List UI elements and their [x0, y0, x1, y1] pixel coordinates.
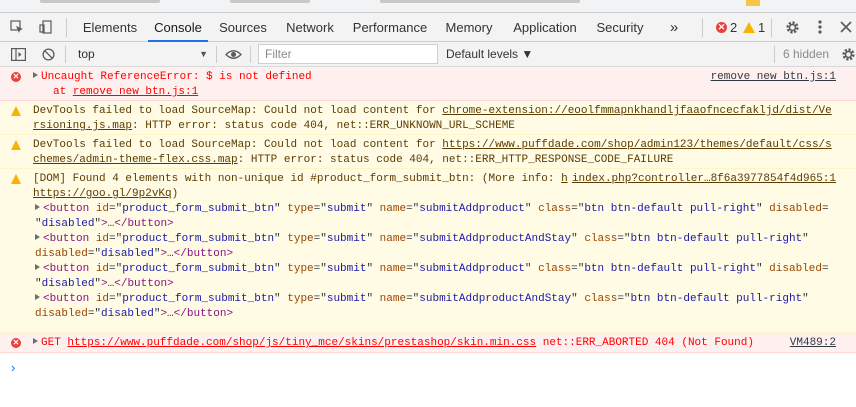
expand-triangle-icon[interactable] [33, 72, 38, 78]
tab-sources[interactable]: Sources [214, 13, 272, 42]
goo-gl-link[interactable]: https://goo.gl/9p2vKq [33, 188, 172, 200]
console-messages: ✕ Uncaught ReferenceError: $ is not defi… [0, 67, 856, 407]
filter-input[interactable] [258, 44, 438, 64]
context-selector[interactable]: top ▼ [70, 42, 212, 67]
tab-security[interactable]: Security [592, 13, 648, 42]
expand-triangle-icon[interactable] [35, 234, 40, 240]
tab-console[interactable]: Console [148, 13, 208, 42]
console-prompt[interactable]: › [11, 360, 15, 375]
console-message-warning: DevTools failed to load SourceMap: Could… [0, 101, 856, 135]
inspect-element-icon[interactable] [9, 19, 25, 35]
console-message-network-error: ✕ GET https://www.puffdade.com/shop/js/t… [0, 333, 856, 353]
close-devtools-icon[interactable] [838, 19, 854, 35]
error-icon: ✕ [716, 22, 727, 33]
clear-console-icon[interactable] [40, 47, 56, 62]
bookmark-icon [746, 0, 760, 6]
error-counter[interactable]: ✕ 2 [716, 13, 737, 42]
warning-icon [743, 22, 755, 33]
warning-icon [11, 140, 21, 150]
tab-network[interactable]: Network [280, 13, 340, 42]
more-options-icon[interactable] [814, 19, 826, 35]
error-icon: ✕ [11, 72, 21, 82]
console-message-error: ✕ Uncaught ReferenceError: $ is not defi… [0, 67, 856, 101]
source-link[interactable]: VM489:2 [790, 336, 836, 351]
hidden-messages-count: 6 hidden [783, 47, 830, 61]
device-toolbar-icon[interactable] [38, 19, 54, 35]
tab-memory[interactable]: Memory [440, 13, 498, 42]
console-message-warning: DevTools failed to load SourceMap: Could… [0, 135, 856, 169]
error-icon: ✕ [11, 338, 21, 348]
console-message-dom-warning: [DOM] Found 4 elements with non-unique i… [0, 169, 856, 333]
tab-performance[interactable]: Performance [348, 13, 432, 42]
log-levels-dropdown[interactable]: Default levels ▼ [446, 42, 533, 67]
warning-icon [11, 106, 21, 116]
stack-frame-link[interactable]: remove new btn.js:1 [73, 86, 198, 98]
source-link[interactable]: index.php?controller…8f6a3977854f4d965:1 [572, 172, 836, 187]
console-toolbar: top ▼ Default levels ▼ 6 hidden [0, 42, 856, 67]
expand-triangle-icon[interactable] [35, 264, 40, 270]
more-tabs-button[interactable]: » [662, 13, 686, 42]
expand-triangle-icon[interactable] [35, 294, 40, 300]
dom-node-button[interactable]: <button id="product_form_submit_btn" typ… [33, 232, 836, 262]
dom-node-button[interactable]: <button id="product_form_submit_btn" typ… [33, 262, 836, 292]
source-link[interactable]: remove new btn.js:1 [711, 70, 836, 85]
dom-node-button[interactable]: <button id="product_form_submit_btn" typ… [33, 292, 836, 322]
devtools-tab-bar: Elements Console Sources Network Perform… [0, 13, 856, 42]
warning-counter[interactable]: 1 [743, 13, 765, 42]
console-settings-gear-icon[interactable] [840, 47, 856, 62]
request-url-link[interactable]: https://www.puffdade.com/shop/js/tiny_mc… [67, 337, 536, 349]
dom-node-button[interactable]: <button id="product_form_submit_btn" typ… [33, 202, 836, 232]
dropdown-arrow-icon: ▼ [199, 49, 208, 59]
settings-gear-icon[interactable] [784, 19, 800, 35]
tab-elements[interactable]: Elements [78, 13, 142, 42]
show-sidebar-icon[interactable] [10, 47, 26, 62]
browser-top-strip [0, 0, 856, 13]
live-expression-eye-icon[interactable] [224, 47, 242, 62]
expand-triangle-icon[interactable] [35, 204, 40, 210]
tab-application[interactable]: Application [506, 13, 584, 42]
warning-icon [11, 174, 21, 184]
more-info-link[interactable]: h [561, 173, 568, 185]
expand-triangle-icon[interactable] [33, 338, 38, 344]
